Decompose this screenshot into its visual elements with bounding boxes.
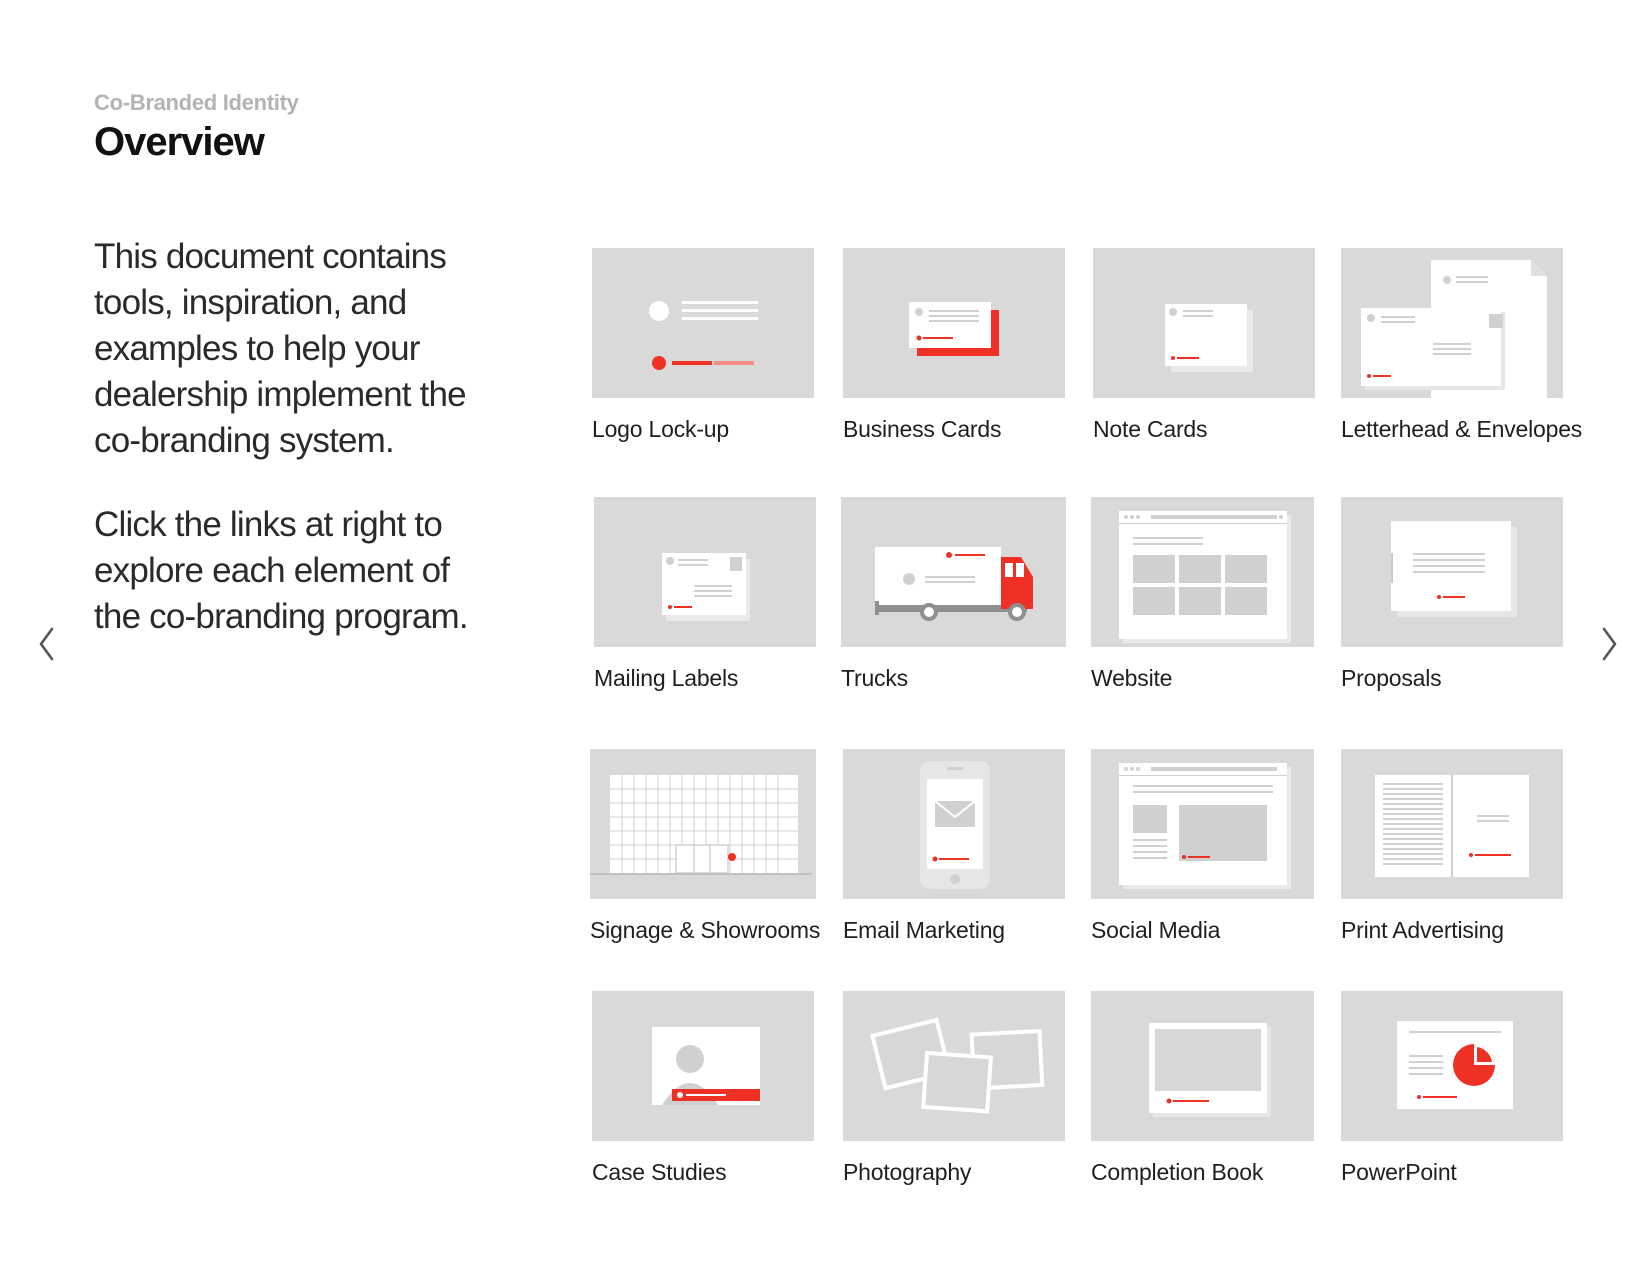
signage-showrooms-thumbnail [590,749,816,899]
tile-label: PowerPoint [1341,1159,1457,1185]
tile-case-studies[interactable]: Case Studies [592,991,842,1186]
tile-label: Trucks [841,665,908,691]
business-cards-thumbnail [843,248,1065,398]
chevron-left-icon [39,627,54,661]
tile-label: Letterhead & Envelopes [1341,416,1583,442]
social-media-thumbnail [1091,749,1314,899]
proposals-thumbnail [1341,497,1563,647]
tile-label: Note Cards [1093,416,1208,442]
tile-label: Completion Book [1091,1159,1264,1185]
chevron-right-icon [1602,627,1617,661]
tile-label: Business Cards [843,416,1002,442]
tile-letterhead-envelopes[interactable]: Letterhead & Envelopes [1341,248,1591,443]
tile-label: Email Marketing [843,917,1005,943]
tile-website[interactable]: Website [1091,497,1341,692]
tile-completion-book[interactable]: Completion Book [1091,991,1341,1186]
instruction-paragraph: Click the links at right to explore each… [94,505,469,636]
email-marketing-thumbnail [843,749,1065,899]
logo-lockup-thumbnail [592,248,814,398]
tile-photography[interactable]: Photography [843,991,1093,1186]
website-thumbnail [1091,497,1314,647]
tile-label: Signage & Showrooms [590,917,821,943]
letterhead-envelopes-thumbnail [1341,248,1563,398]
page-title: Overview [94,120,265,164]
next-page-button[interactable] [1594,622,1624,666]
tile-powerpoint[interactable]: PowerPoint [1341,991,1591,1186]
tile-business-cards[interactable]: Business Cards [843,248,1093,443]
photography-thumbnail [843,991,1065,1141]
tile-label: Print Advertising [1341,917,1504,943]
tile-trucks[interactable]: Trucks [841,497,1091,692]
tile-signage-showrooms[interactable]: Signage & Showrooms [590,749,840,944]
tile-label: Logo Lock-up [592,416,729,442]
tile-email-marketing[interactable]: Email Marketing [843,749,1093,944]
tile-note-cards[interactable]: Note Cards [1093,248,1343,443]
tile-label: Proposals [1341,665,1442,691]
tile-proposals[interactable]: Proposals [1341,497,1591,692]
tile-print-advertising[interactable]: Print Advertising [1341,749,1591,944]
powerpoint-thumbnail [1341,991,1563,1141]
completion-book-thumbnail [1091,991,1314,1141]
truck-thumbnail [841,497,1066,647]
tile-label: Website [1091,665,1173,691]
tile-logo-lockup[interactable]: Logo Lock-up [592,248,842,443]
mailing-labels-thumbnail [594,497,816,647]
case-studies-thumbnail [592,991,814,1141]
tile-label: Photography [843,1159,972,1185]
tile-label: Case Studies [592,1159,727,1185]
tile-mailing-labels[interactable]: Mailing Labels [594,497,844,692]
section-eyebrow: Co-Branded Identity [94,90,299,115]
previous-page-button[interactable] [32,622,62,666]
tile-social-media[interactable]: Social Media [1091,749,1341,944]
intro-paragraph: This document contains tools, inspiratio… [94,237,467,460]
tile-label: Social Media [1091,917,1221,943]
tile-label: Mailing Labels [594,665,739,691]
print-advertising-thumbnail [1341,749,1563,899]
note-cards-thumbnail [1093,248,1315,398]
